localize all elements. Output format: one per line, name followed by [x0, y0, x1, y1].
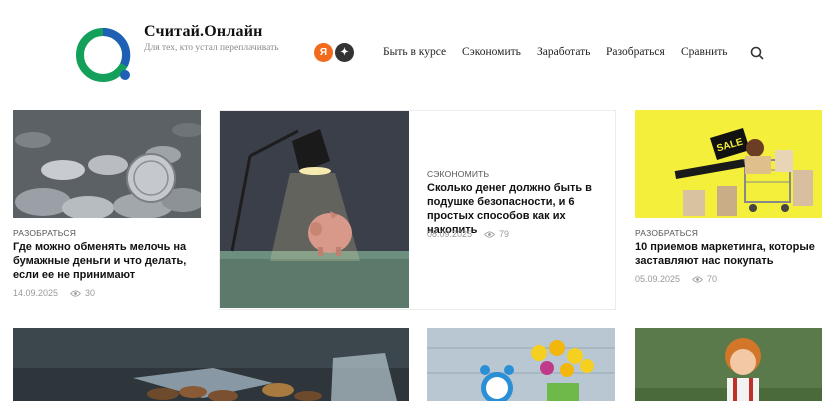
views-count: 30 [85, 288, 96, 298]
card-image-coins[interactable] [13, 110, 201, 218]
nav-item-sravnit[interactable]: Сравнить [681, 46, 728, 58]
nav-item-razobratsya[interactable]: Разобраться [606, 46, 665, 58]
card-category[interactable]: РАЗОБРАТЬСЯ [13, 228, 76, 238]
eye-icon [692, 275, 703, 283]
yandex-zen-icon[interactable]: Я [314, 43, 333, 62]
card-category[interactable]: РАЗОБРАТЬСЯ [635, 228, 698, 238]
card-meta: 08.09.2025 79 [427, 229, 509, 239]
card-image-kid-chalkboard[interactable] [635, 328, 822, 401]
nav-item-byt-v-kurse[interactable]: Быть в курсе [383, 46, 446, 58]
card-meta: 14.09.2025 30 [13, 288, 95, 298]
dzen-icon[interactable]: ✦ [335, 43, 354, 62]
card-title[interactable]: 10 приемов маркетинга, которые заставляю… [635, 240, 820, 268]
card-date: 08.09.2025 [427, 229, 473, 239]
site-tagline: Для тех, кто устал переплачивать [144, 43, 279, 53]
card-image-sale[interactable]: SALE [635, 110, 822, 218]
coins-ice-illustration [13, 328, 409, 401]
card-title[interactable]: Где можно обменять мелочь на бумажные де… [13, 240, 193, 282]
coins-illustration [13, 110, 201, 218]
eye-icon [70, 289, 81, 297]
card-date: 14.09.2025 [13, 288, 59, 298]
sale-shopper-illustration: SALE [635, 110, 822, 218]
card-date: 05.09.2025 [635, 274, 681, 284]
zen-glyph: ✦ [340, 47, 349, 58]
yandex-letter: Я [319, 47, 328, 58]
clock-flowers-illustration [427, 328, 615, 401]
card-meta: 05.09.2025 70 [635, 274, 717, 284]
views-counter: 79 [484, 229, 509, 239]
card-image-coins-ice[interactable] [13, 328, 409, 401]
card-category[interactable]: СЭКОНОМИТЬ [427, 169, 489, 179]
views-counter: 30 [70, 288, 95, 298]
views-count: 70 [707, 274, 718, 284]
nav-item-zarabotat[interactable]: Заработать [537, 46, 590, 58]
nav-item-sekonomit[interactable]: Сэкономить [462, 46, 521, 58]
card-image-clock-flowers[interactable] [427, 328, 615, 401]
views-counter: 70 [692, 274, 717, 284]
piggy-lamp-illustration [220, 111, 409, 308]
kid-chalkboard-illustration [635, 328, 822, 401]
site-title[interactable]: Считай.Онлайн [144, 23, 263, 41]
views-count: 79 [499, 229, 510, 239]
search-icon[interactable] [750, 46, 764, 60]
site-logo[interactable] [75, 27, 133, 85]
card-image-piggy-lamp[interactable] [220, 111, 409, 308]
eye-icon [484, 230, 495, 238]
